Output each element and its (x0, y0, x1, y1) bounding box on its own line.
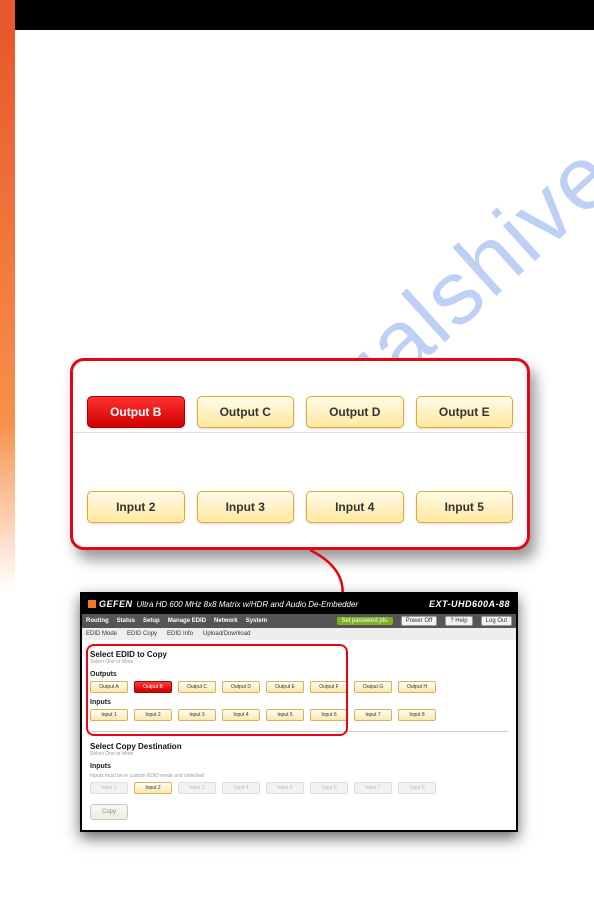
tab-manage-edid[interactable]: Manage EDID (168, 618, 206, 624)
src-input-8[interactable]: Input 8 (398, 709, 436, 721)
power-off-button[interactable]: Power Off (401, 616, 438, 626)
outputs-row: Output A Output B Output C Output D Outp… (90, 681, 508, 693)
outputs-label: Outputs (90, 671, 508, 678)
dest-input-2[interactable]: Input 2 (134, 782, 172, 794)
subtab-upload-download[interactable]: Upload/Download (203, 631, 250, 637)
dest-subtitle: Select One or More (90, 751, 508, 757)
zoom-outputs-row: Output B Output C Output D Output E (73, 361, 527, 433)
model-text: EXT-UHD600A-88 (429, 599, 510, 609)
sub-tabbar: EDID Mode EDID Copy EDID Info Upload/Dow… (82, 628, 516, 640)
src-output-d[interactable]: Output D (222, 681, 260, 693)
src-output-a[interactable]: Output A (90, 681, 128, 693)
select-edid-subtitle: Select One or More (90, 659, 508, 665)
input-4-button[interactable]: Input 4 (306, 491, 404, 523)
dest-input-4[interactable]: Input 4 (222, 782, 260, 794)
panel-header: GEFEN Ultra HD 600 MHz 8x8 Matrix w/HDR … (82, 594, 516, 614)
src-inputs-label: Inputs (90, 699, 508, 706)
btn-label: Input 5 (445, 500, 484, 514)
logout-button[interactable]: Log Out (481, 616, 512, 626)
src-output-f[interactable]: Output F (310, 681, 348, 693)
btn-label: Output E (439, 405, 490, 419)
btn-label: Output B (110, 405, 161, 419)
dest-input-3[interactable]: Input 3 (178, 782, 216, 794)
btn-label: Output C (220, 405, 271, 419)
password-warning-pill[interactable]: Set password pls. (337, 617, 392, 625)
subtab-edid-info[interactable]: EDID Info (167, 631, 193, 637)
output-b-button[interactable]: Output B (87, 396, 185, 428)
dest-input-1[interactable]: Input 1 (90, 782, 128, 794)
copy-button[interactable]: Copy (90, 804, 128, 820)
help-button[interactable]: ? Help (445, 616, 472, 626)
src-input-2[interactable]: Input 2 (134, 709, 172, 721)
btn-label: Output D (329, 405, 380, 419)
src-input-4[interactable]: Input 4 (222, 709, 260, 721)
dest-title: Select Copy Destination (90, 742, 508, 751)
src-output-h[interactable]: Output H (398, 681, 436, 693)
tab-status[interactable]: Status (117, 618, 135, 624)
subtab-edid-mode[interactable]: EDID Mode (86, 631, 117, 637)
btn-label: Input 4 (335, 500, 374, 514)
btn-label: Input 3 (226, 500, 265, 514)
input-2-button[interactable]: Input 2 (87, 491, 185, 523)
src-input-5[interactable]: Input 5 (266, 709, 304, 721)
src-output-c[interactable]: Output C (178, 681, 216, 693)
src-output-b[interactable]: Output B (134, 681, 172, 693)
top-orange-accent (0, 0, 15, 30)
output-d-button[interactable]: Output D (306, 396, 404, 428)
src-input-7[interactable]: Input 7 (354, 709, 392, 721)
dest-input-6[interactable]: Input 6 (310, 782, 348, 794)
btn-label: Input 2 (116, 500, 155, 514)
output-c-button[interactable]: Output C (197, 396, 295, 428)
dest-input-7[interactable]: Input 7 (354, 782, 392, 794)
tab-network[interactable]: Network (214, 618, 238, 624)
dest-input-8[interactable]: Input 8 (398, 782, 436, 794)
webui-panel: GEFEN Ultra HD 600 MHz 8x8 Matrix w/HDR … (80, 592, 518, 832)
zoom-inputs-row: Input 2 Input 3 Input 4 Input 5 (73, 453, 527, 543)
src-output-e[interactable]: Output E (266, 681, 304, 693)
input-5-button[interactable]: Input 5 (416, 491, 514, 523)
dest-inputs-row: Input 1 Input 2 Input 3 Input 4 Input 5 … (90, 782, 508, 794)
src-input-1[interactable]: Input 1 (90, 709, 128, 721)
src-output-g[interactable]: Output G (354, 681, 392, 693)
output-e-button[interactable]: Output E (416, 396, 514, 428)
panel-content: Select EDID to Copy Select One or More O… (82, 640, 516, 830)
dest-input-5[interactable]: Input 5 (266, 782, 304, 794)
main-tabbar: Routing Status Setup Manage EDID Network… (82, 614, 516, 628)
top-bar (0, 0, 594, 30)
tab-system[interactable]: System (246, 618, 267, 624)
section-divider (90, 731, 508, 732)
zoom-divider (73, 433, 527, 453)
brand-text: GEFEN (99, 599, 133, 609)
side-gradient (0, 30, 15, 590)
input-3-button[interactable]: Input 3 (197, 491, 295, 523)
tab-setup[interactable]: Setup (143, 618, 160, 624)
tab-routing[interactable]: Routing (86, 618, 109, 624)
select-edid-title: Select EDID to Copy (90, 650, 508, 659)
dest-inputs-sub: Inputs must be in custom EDID mode and u… (90, 773, 508, 779)
src-input-3[interactable]: Input 3 (178, 709, 216, 721)
product-title: Ultra HD 600 MHz 8x8 Matrix w/HDR and Au… (137, 600, 429, 609)
gefen-logo-icon (88, 600, 96, 608)
dest-inputs-label: Inputs (90, 763, 508, 770)
subtab-edid-copy[interactable]: EDID Copy (127, 631, 157, 637)
zoom-callout: Output B Output C Output D Output E Inpu… (70, 358, 530, 550)
src-input-6[interactable]: Input 6 (310, 709, 348, 721)
src-inputs-row: Input 1 Input 2 Input 3 Input 4 Input 5 … (90, 709, 508, 721)
